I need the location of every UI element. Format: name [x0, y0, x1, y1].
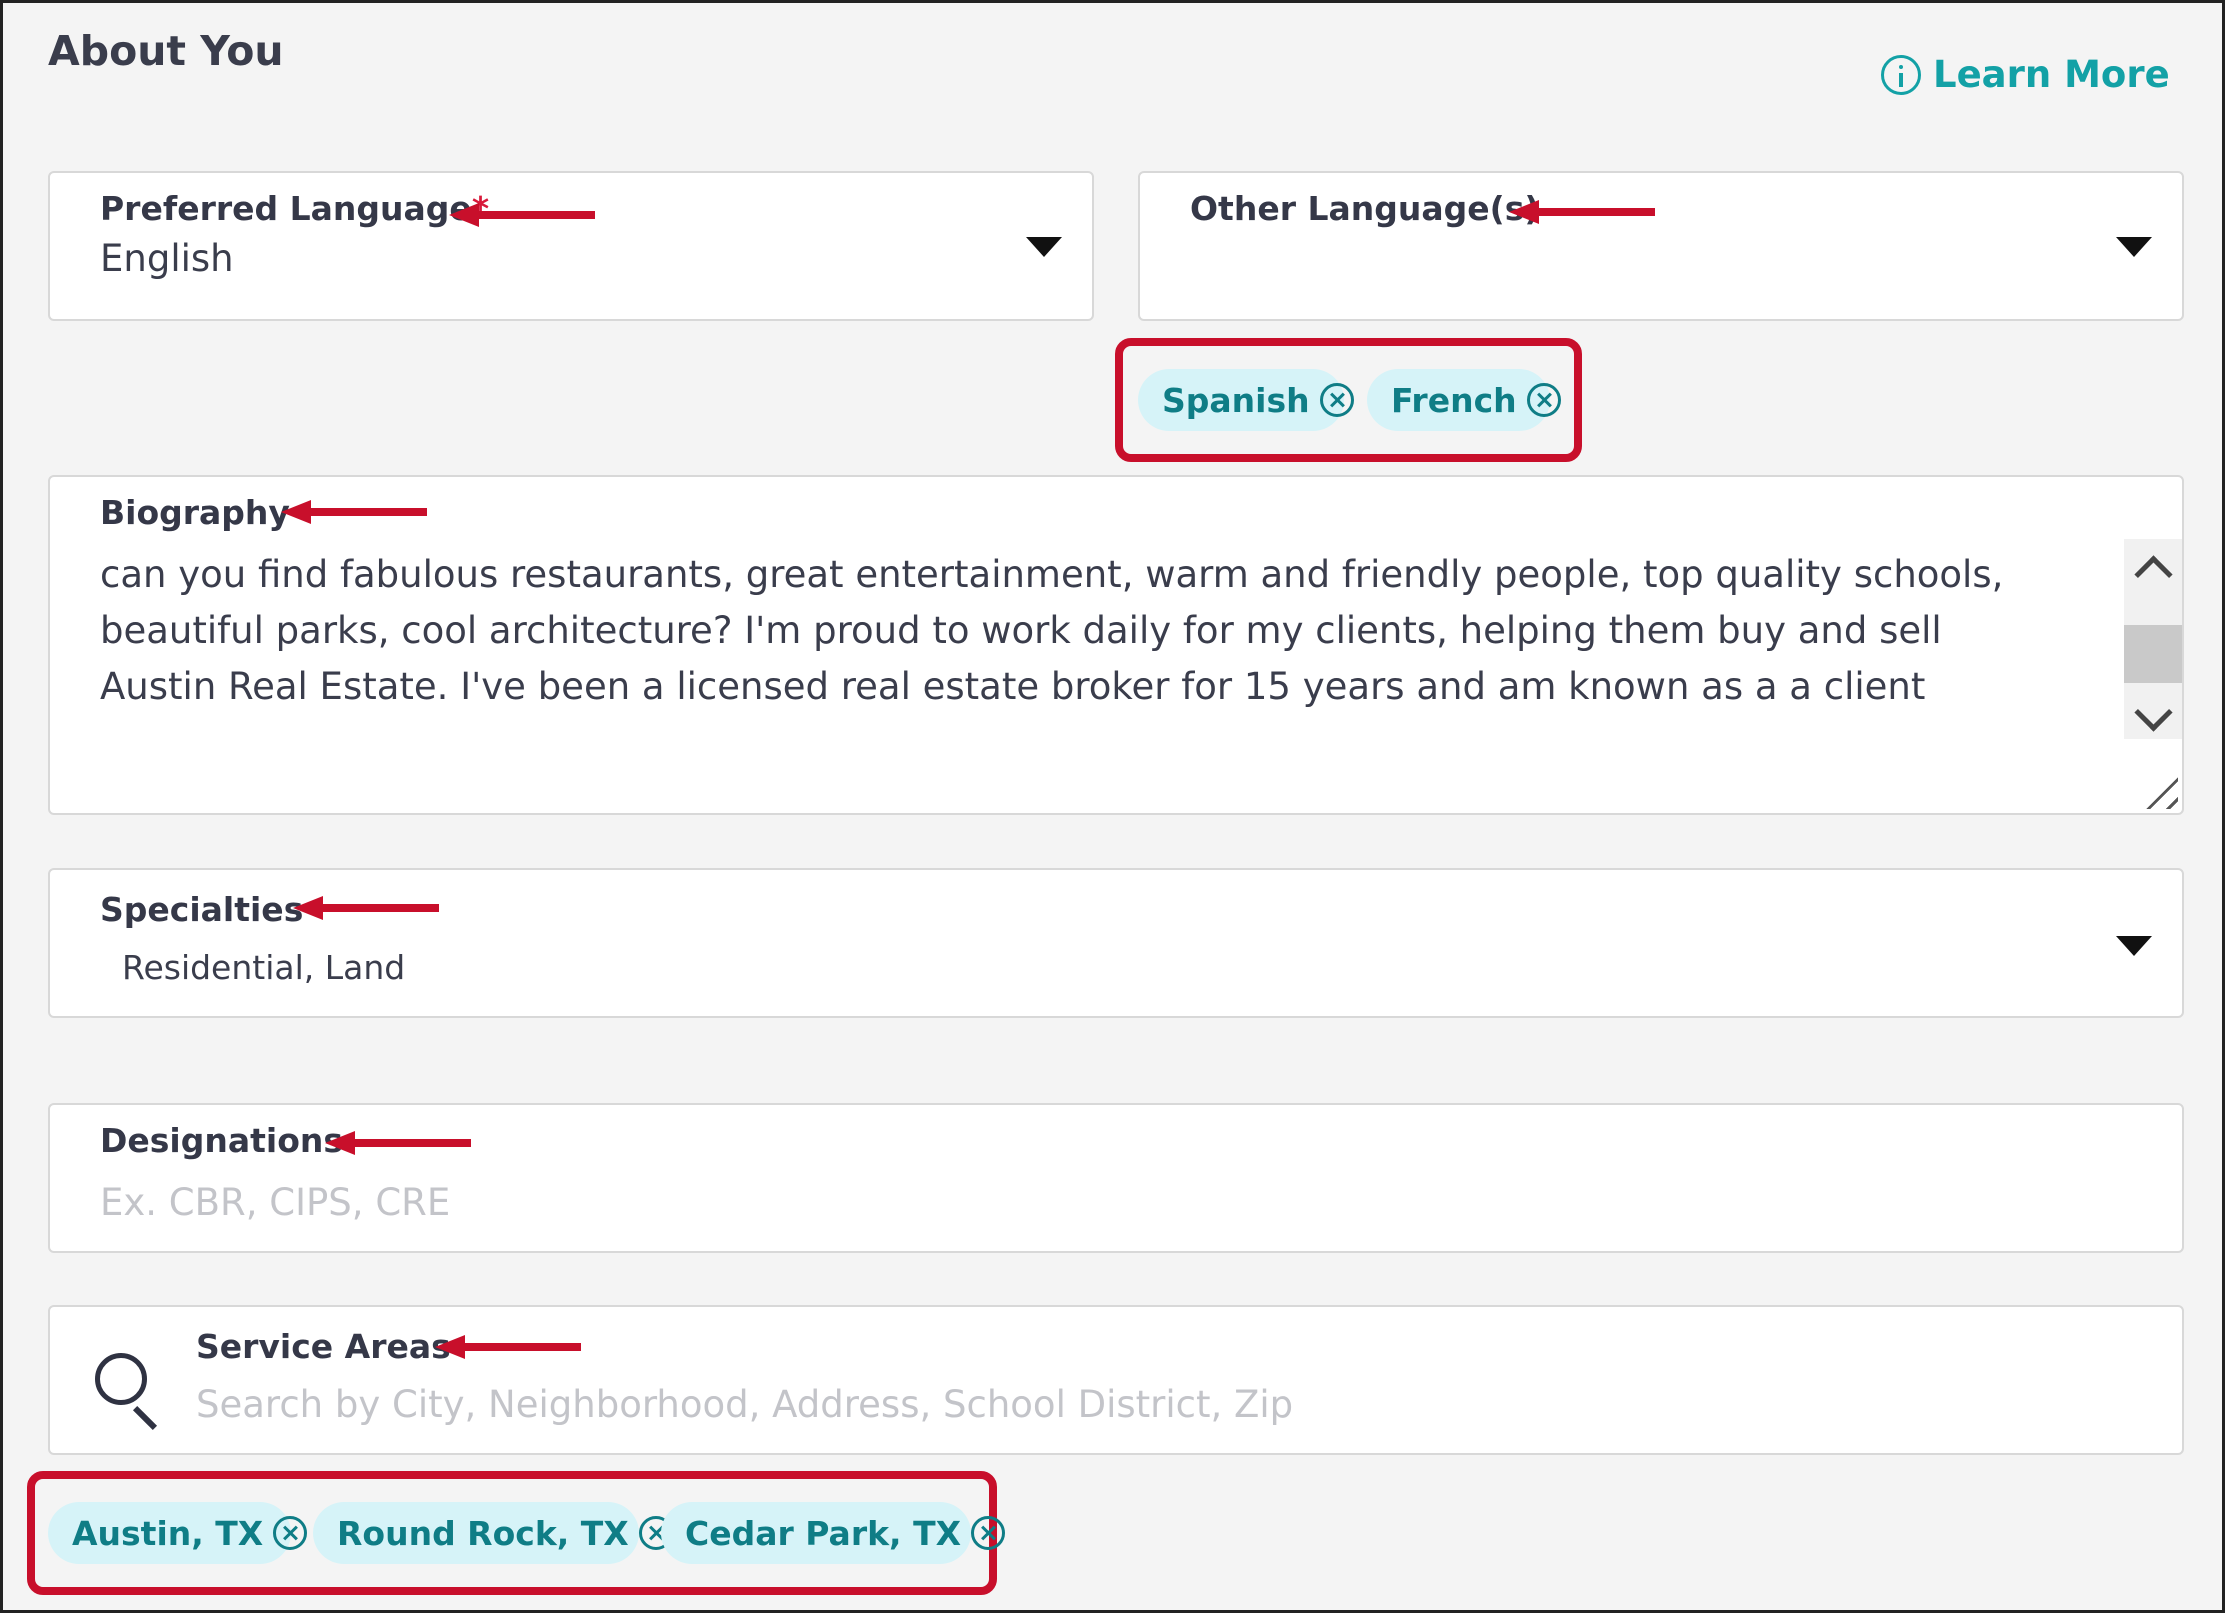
- service-areas-placeholder: Search by City, Neighborhood, Address, S…: [196, 1383, 1294, 1426]
- chevron-down-icon[interactable]: [1026, 237, 1062, 257]
- service-areas-label: Service Areas: [196, 1327, 451, 1366]
- chip-label: Cedar Park, TX: [685, 1513, 962, 1553]
- preferred-language-value: English: [100, 237, 234, 280]
- chevron-down-icon[interactable]: [2116, 936, 2152, 956]
- scroll-up-icon[interactable]: [2134, 555, 2173, 594]
- chip-label: Round Rock, TX: [337, 1513, 629, 1553]
- scroll-down-icon[interactable]: [2134, 693, 2173, 732]
- about-you-panel: About You Learn More Preferred Language*…: [0, 0, 2225, 1613]
- designations-placeholder: Ex. CBR, CIPS, CRE: [100, 1181, 451, 1224]
- preferred-language-label: Preferred Language: [100, 189, 472, 228]
- close-circle-icon[interactable]: [273, 1516, 308, 1550]
- service-area-chip[interactable]: Round Rock, TX: [313, 1502, 673, 1564]
- preferred-language-label-wrap: Preferred Language*: [100, 189, 489, 228]
- specialties-value: Residential, Land: [122, 948, 406, 987]
- designations-label: Designations: [100, 1121, 344, 1160]
- chevron-down-icon[interactable]: [2116, 237, 2152, 257]
- preferred-language-select[interactable]: Preferred Language* English: [48, 171, 1094, 321]
- annotation-arrow: [449, 203, 595, 227]
- chip-label: Austin, TX: [72, 1513, 264, 1553]
- close-circle-icon[interactable]: [1319, 383, 1354, 417]
- resize-handle-icon[interactable]: [2138, 769, 2178, 809]
- annotation-arrow: [435, 1335, 581, 1359]
- close-circle-icon[interactable]: [971, 1516, 1006, 1550]
- learn-more-link[interactable]: Learn More: [1881, 53, 2170, 96]
- biography-text: can you find fabulous restaurants, great…: [100, 553, 2004, 708]
- biography-scrollbar[interactable]: [2124, 539, 2182, 739]
- search-icon: [95, 1353, 147, 1405]
- language-chip[interactable]: French: [1367, 369, 1561, 431]
- info-icon: [1881, 54, 1921, 95]
- service-areas-search[interactable]: Service Areas Search by City, Neighborho…: [48, 1305, 2184, 1455]
- chip-label: Spanish: [1162, 380, 1310, 420]
- annotation-arrow: [281, 500, 427, 524]
- scroll-thumb[interactable]: [2124, 625, 2182, 683]
- annotation-arrow: [293, 896, 439, 920]
- language-chip[interactable]: Spanish: [1138, 369, 1354, 431]
- biography-textarea[interactable]: Biography can you find fabulous restaura…: [48, 475, 2184, 815]
- specialties-select[interactable]: Specialties Residential, Land: [48, 868, 2184, 1018]
- service-area-chip[interactable]: Cedar Park, TX: [661, 1502, 1006, 1564]
- service-area-chip[interactable]: Austin, TX: [48, 1502, 308, 1564]
- other-languages-label: Other Language(s): [1190, 189, 1540, 228]
- learn-more-label: Learn More: [1933, 53, 2170, 96]
- section-title: About You: [48, 27, 284, 75]
- close-circle-icon[interactable]: [1526, 383, 1561, 417]
- specialties-label: Specialties: [100, 890, 304, 929]
- designations-input[interactable]: Designations Ex. CBR, CIPS, CRE: [48, 1103, 2184, 1253]
- biography-label: Biography: [100, 493, 290, 532]
- chip-label: French: [1391, 380, 1517, 420]
- other-languages-select[interactable]: Other Language(s): [1138, 171, 2184, 321]
- annotation-arrow: [1509, 200, 1655, 224]
- annotation-arrow: [325, 1131, 471, 1155]
